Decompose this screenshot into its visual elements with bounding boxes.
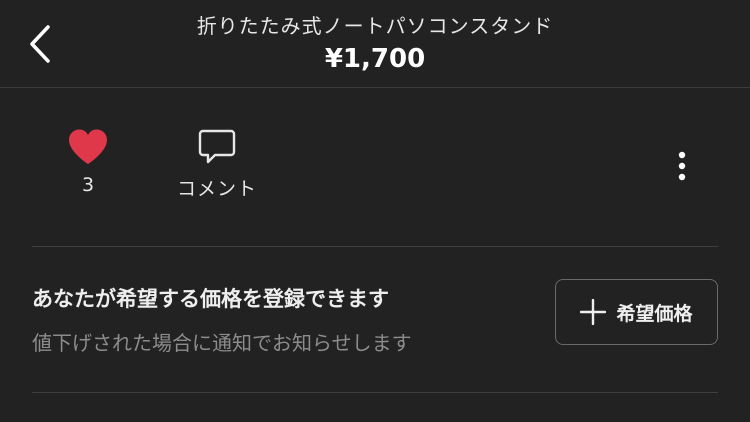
like-count: 3 [81,174,95,196]
chevron-left-icon [30,25,50,63]
more-vertical-icon [678,151,686,181]
plus-icon [580,299,607,325]
action-row: 3 コメント [0,88,750,246]
comment-button[interactable]: コメント [162,128,272,208]
product-title: 折りたたみ式ノートパソコンスタンド [196,14,554,38]
more-options-button[interactable] [662,146,702,186]
like-button[interactable]: 3 [58,128,118,208]
wish-price-button-label: 希望価格 [616,302,693,325]
comment-label: コメント [176,178,257,200]
back-button[interactable] [18,22,62,66]
product-detail-screen: 折りたたみ式ノートパソコンスタンド ¥1,700 3 コメント あなたが希望する… [0,0,750,422]
header: 折りたたみ式ノートパソコンスタンド ¥1,700 [0,0,750,88]
wish-price-title: あなたが希望する価格を登録できます [32,287,389,311]
product-price: ¥1,700 [324,44,426,74]
comment-icon [198,129,236,164]
wish-price-subtitle: 値下げされた場合に通知でお知らせします [32,331,412,355]
heart-icon [69,129,107,164]
divider [32,246,718,247]
divider [32,392,718,393]
wish-price-button[interactable]: 希望価格 [555,279,718,345]
